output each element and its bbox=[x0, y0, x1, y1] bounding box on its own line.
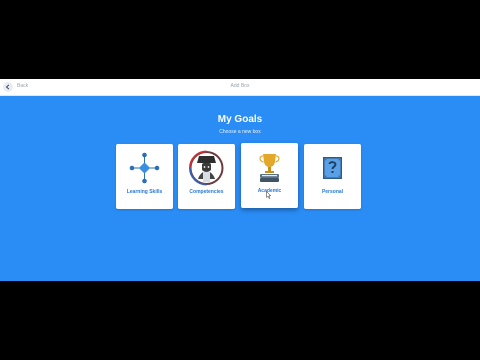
emblem-icon bbox=[189, 150, 224, 186]
section-heading: My Goals bbox=[217, 114, 263, 125]
mouse-cursor-icon bbox=[266, 191, 271, 199]
top-bar: Back Add Box bbox=[0, 79, 480, 96]
card-label: Personal bbox=[321, 189, 344, 195]
card-label: Learning Skills bbox=[126, 189, 163, 195]
section-subheading: Choose a new box bbox=[219, 129, 261, 135]
question-block-icon bbox=[323, 157, 342, 179]
network-icon bbox=[129, 152, 160, 184]
page-title: Add Box bbox=[230, 83, 250, 89]
app-window: Back Add Box My Goals Choose a new box L… bbox=[0, 79, 480, 281]
card-personal[interactable]: Personal bbox=[304, 144, 361, 209]
card-competencies[interactable]: Competencies bbox=[178, 144, 235, 209]
trophy-icon bbox=[259, 154, 280, 182]
card-label: Competencies bbox=[189, 189, 224, 195]
card-learning-skills[interactable]: Learning Skills bbox=[116, 144, 173, 209]
